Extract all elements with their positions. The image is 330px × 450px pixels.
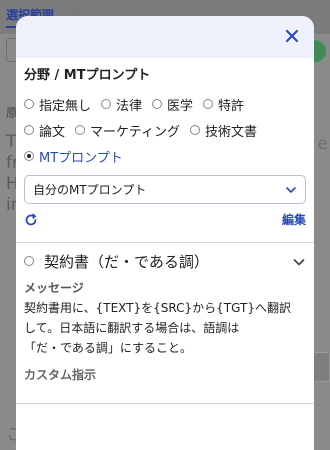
message-line: して。日本語に翻訳する場合は、語調は	[24, 321, 240, 335]
radio-row: 論文 マーケティング 技術文書	[24, 117, 314, 143]
section-title: 分野 / MTプロンプト	[24, 68, 151, 83]
mt-prompt-modal: 分野 / MTプロンプト 指定無し 法律 医学 特許 論文 マーケティング 技術…	[16, 16, 314, 450]
radio-label: 法律	[116, 98, 143, 114]
radio-label: 特許	[218, 98, 245, 114]
mt-prompt-select[interactable]: 自分のMTプロンプト	[24, 175, 306, 204]
radio-option-patent[interactable]: 特許	[203, 95, 244, 114]
radio-icon[interactable]	[24, 125, 34, 135]
modal-header	[16, 16, 314, 58]
radio-label: 指定無し	[39, 98, 92, 114]
radio-icon[interactable]	[189, 125, 200, 135]
select-value: 自分のMTプロンプト	[33, 183, 147, 197]
radio-option-paper[interactable]: 論文	[24, 121, 65, 140]
chevron-down-icon[interactable]	[292, 254, 306, 268]
field-radio-group: 指定無し 法律 医学 特許 論文 マーケティング 技術文書 MTプロンプト	[24, 91, 314, 169]
close-icon[interactable]	[282, 26, 302, 46]
edit-button[interactable]: 編集	[282, 211, 306, 228]
radio-option-mt-prompt[interactable]: MTプロンプト	[24, 147, 123, 166]
radio-icon[interactable]	[152, 99, 163, 109]
message-line: 契約書用に、{TEXT}を{SRC}から{TGT}へ翻訳	[24, 301, 291, 315]
prompt-actions: 編集	[24, 204, 306, 234]
prompt-card-title-row: 契約書（だ・である調）	[24, 251, 209, 272]
prompt-card-title: 契約書（だ・である調）	[44, 252, 209, 271]
radio-label: 技術文書	[204, 124, 257, 140]
refresh-icon[interactable]	[24, 212, 38, 226]
radio-option-marketing[interactable]: マーケティング	[75, 121, 180, 140]
radio-label: MTプロンプト	[39, 150, 123, 166]
message-line: 「だ・である調」にすること。	[24, 341, 193, 355]
message-label: メッセージ	[24, 281, 84, 295]
custom-instructions-label: カスタム指示	[24, 368, 97, 382]
background-text-right: e	[317, 134, 328, 154]
field-section: 分野 / MTプロンプト 指定無し 法律 医学 特許 論文 マーケティング 技術…	[16, 64, 314, 234]
chevron-down-icon	[285, 184, 297, 196]
radio-option-none[interactable]: 指定無し	[24, 95, 91, 114]
radio-option-technical[interactable]: 技術文書	[189, 121, 257, 140]
radio-icon[interactable]	[101, 99, 112, 109]
radio-option-medicine[interactable]: 医学	[152, 95, 193, 114]
radio-label: 論文	[39, 124, 66, 140]
radio-icon[interactable]	[24, 256, 34, 266]
radio-label: 医学	[167, 98, 194, 114]
radio-icon[interactable]	[75, 125, 86, 135]
radio-option-law[interactable]: 法律	[101, 95, 142, 114]
message-text: 契約書用に、{TEXT}を{SRC}から{TGT}へ翻訳 して。日本語に翻訳する…	[24, 298, 306, 358]
prompt-card-header[interactable]: 契約書（だ・である調）	[24, 249, 306, 273]
radio-icon[interactable]	[203, 99, 214, 109]
radio-label: マーケティング	[90, 124, 180, 140]
radio-selected-icon[interactable]	[24, 151, 34, 161]
prompt-card: 契約書（だ・である調） メッセージ 契約書用に、{TEXT}を{SRC}から{T…	[16, 243, 314, 404]
divider	[16, 403, 314, 404]
radio-icon[interactable]	[24, 99, 34, 109]
radio-row: MTプロンプト	[24, 143, 314, 169]
radio-row: 指定無し 法律 医学 特許	[24, 91, 314, 117]
